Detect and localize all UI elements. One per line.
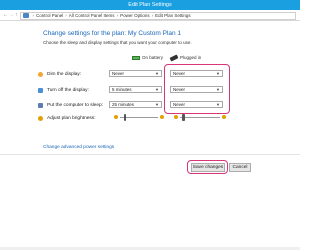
display-icon <box>38 88 43 93</box>
page-subtitle: Choose the sleep and display settings th… <box>43 40 192 45</box>
address-bar: ← → ↑ › Control Panel › All Control Pane… <box>0 10 300 21</box>
address-field[interactable]: › Control Panel › All Control Panel Item… <box>20 11 296 20</box>
plugged-in-highlight <box>164 64 230 114</box>
turn-off-display-battery-select[interactable]: 5 minutes ▼ <box>109 86 162 93</box>
brightness-low-icon <box>114 115 118 119</box>
column-label-plugged: Plugged in <box>180 55 202 60</box>
advanced-settings-link[interactable]: Change advanced power settings <box>43 145 114 150</box>
dim-display-icon <box>38 72 43 77</box>
sleep-battery-select[interactable]: 25 minutes ▼ <box>109 101 162 108</box>
page-title: Change settings for the plan: My Custom … <box>43 30 182 37</box>
chevron-down-icon: ▼ <box>155 87 159 92</box>
chevron-down-icon: ▼ <box>155 71 159 76</box>
title-bar: Edit Plan Settings <box>0 0 300 10</box>
control-panel-icon <box>23 13 29 18</box>
chevron-down-icon: ▼ <box>155 102 159 107</box>
dim-display-battery-select[interactable]: Never ▼ <box>109 70 162 77</box>
breadcrumb-separator: › <box>65 13 67 18</box>
cancel-button[interactable]: Cancel <box>229 163 251 172</box>
window-title: Edit Plan Settings <box>128 2 172 8</box>
breadcrumb-power-options[interactable]: Power Options <box>120 13 150 18</box>
plug-icon <box>169 53 179 62</box>
brightness-high-icon <box>222 115 226 119</box>
breadcrumb-control-panel[interactable]: Control Panel <box>36 13 63 18</box>
brightness-plugged-thumb[interactable] <box>182 114 185 121</box>
turn-off-display-battery-value: 5 minutes <box>112 87 132 92</box>
back-arrow-icon[interactable]: ← <box>3 12 8 18</box>
breadcrumb-separator: › <box>32 13 35 18</box>
column-label-battery: On battery <box>142 55 164 60</box>
breadcrumb-all-items[interactable]: All Control Panel Items <box>69 13 115 18</box>
up-arrow-icon[interactable]: ↑ <box>15 12 18 18</box>
dim-display-battery-value: Never <box>112 71 125 76</box>
column-header-plugged: Plugged in <box>169 53 202 62</box>
battery-icon <box>132 55 140 60</box>
save-button[interactable]: Save changes <box>191 163 225 172</box>
setting-label-sleep: Put the computer to sleep: <box>47 103 103 108</box>
brightness-battery-thumb[interactable] <box>123 114 127 121</box>
brightness-icon <box>38 116 43 121</box>
forward-arrow-icon[interactable]: → <box>9 12 14 18</box>
breadcrumb-separator: › <box>116 13 119 18</box>
divider <box>0 154 300 155</box>
brightness-battery-slider[interactable] <box>120 114 158 121</box>
breadcrumb-separator: › <box>151 13 154 18</box>
column-header-battery: On battery <box>132 55 163 60</box>
brightness-high-icon <box>160 115 164 119</box>
breadcrumb-edit-plan[interactable]: Edit Plan Settings <box>155 13 191 18</box>
sleep-icon <box>38 103 43 108</box>
setting-label-turn-off: Turn off the display: <box>47 88 89 93</box>
setting-label-dim: Dim the display: <box>47 72 82 77</box>
brightness-plugged-slider[interactable] <box>180 114 220 121</box>
setting-label-brightness: Adjust plan brightness: <box>47 116 96 121</box>
sleep-battery-value: 25 minutes <box>112 102 135 107</box>
brightness-low-icon <box>174 115 178 119</box>
